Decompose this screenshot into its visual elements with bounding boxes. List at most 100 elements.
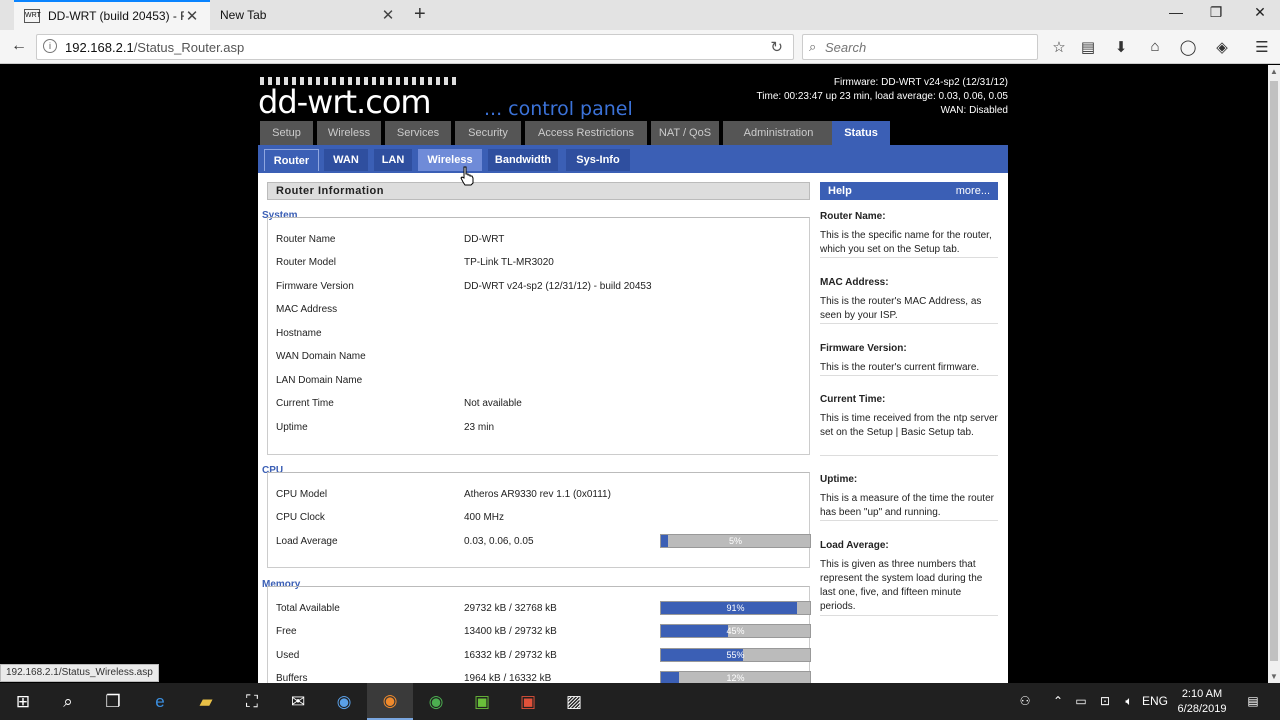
reload-icon[interactable]: ↻ bbox=[770, 38, 783, 56]
windows-start-icon[interactable]: ⊞ bbox=[0, 683, 46, 720]
library-icon[interactable]: ▤ bbox=[1077, 38, 1099, 56]
tab-setup[interactable]: Setup bbox=[260, 121, 313, 145]
subtab-router[interactable]: Router bbox=[264, 149, 319, 171]
search-icon[interactable]: ⌕ bbox=[45, 683, 91, 720]
row-label: Uptime bbox=[276, 422, 308, 433]
new-tab-icon[interactable]: + bbox=[414, 3, 426, 26]
info-icon[interactable]: i bbox=[43, 39, 57, 53]
ddwrt-favicon-icon: WRT bbox=[24, 9, 41, 23]
row-label: CPU Clock bbox=[276, 512, 325, 523]
row-value: 13400 kB / 29732 kB bbox=[464, 626, 557, 637]
help-more-link[interactable]: more... bbox=[956, 182, 990, 200]
bookmark-star-icon[interactable]: ☆ bbox=[1048, 38, 1070, 56]
tab-ddwrt[interactable]: WRT DD-WRT (build 20453) - R... ✕ bbox=[14, 0, 210, 30]
wan-line: WAN: Disabled bbox=[940, 105, 1008, 116]
task-view-icon[interactable]: ❐ bbox=[90, 683, 136, 720]
vertical-scrollbar[interactable]: ▲ ▼ bbox=[1268, 65, 1280, 683]
pocket-icon[interactable]: ◈ bbox=[1211, 38, 1233, 56]
help-item-text: This is the router's MAC Address, as see… bbox=[820, 296, 982, 321]
scroll-down-icon[interactable]: ▼ bbox=[1270, 672, 1278, 681]
row-label: Free bbox=[276, 626, 297, 637]
table-row: Uptime 23 min bbox=[276, 422, 796, 438]
red-app-icon[interactable]: ▣ bbox=[505, 683, 551, 720]
row-label: Hostname bbox=[276, 328, 322, 339]
memory-fieldset: Total Available 29732 kB / 32768 kB 91% F… bbox=[267, 586, 811, 683]
subtab-wan[interactable]: WAN bbox=[324, 149, 368, 171]
maximize-icon[interactable]: ❐ bbox=[1206, 4, 1226, 21]
menu-icon[interactable]: ☰ bbox=[1251, 38, 1273, 56]
mail-icon[interactable]: ✉ bbox=[275, 683, 321, 720]
volume-icon[interactable]: 🔈︎ bbox=[1118, 683, 1140, 720]
subtab-bandwidth[interactable]: Bandwidth bbox=[488, 149, 558, 171]
scrollbar-thumb[interactable] bbox=[1270, 81, 1278, 661]
bar-percent: 12% bbox=[726, 673, 745, 683]
tab-new[interactable]: New Tab ✕ bbox=[210, 0, 406, 30]
row-value: 1964 kB / 16332 kB bbox=[464, 673, 552, 683]
subtab-sys-info[interactable]: Sys-Info bbox=[566, 149, 630, 171]
notifications-icon[interactable]: ▤ bbox=[1240, 683, 1266, 720]
tab-wireless[interactable]: Wireless bbox=[317, 121, 381, 145]
row-label: Router Model bbox=[276, 257, 337, 268]
battery-icon[interactable]: ▭ bbox=[1070, 683, 1092, 720]
help-item: Firmware Version: This is the router's cu… bbox=[820, 342, 998, 376]
network-icon[interactable]: ⊡ bbox=[1094, 683, 1116, 720]
chat-icon[interactable]: ◯ bbox=[1177, 38, 1199, 56]
status-page: Router WAN LAN Wireless Bandwidth Sys-In… bbox=[258, 145, 1008, 683]
browser-app-icon[interactable]: ◉ bbox=[321, 683, 367, 720]
bar-percent: 55% bbox=[726, 650, 745, 660]
table-row: WAN Domain Name bbox=[276, 351, 796, 367]
help-item-text: This is time received from the ntp serve… bbox=[820, 413, 998, 438]
link-status-bar: 192.168.2.1/Status_Wireless.asp bbox=[0, 664, 159, 682]
close-tab-icon[interactable]: ✕ bbox=[380, 6, 396, 24]
firmware-info: Firmware: DD-WRT v24-sp2 (12/31/12) Time… bbox=[757, 76, 1008, 118]
system-clock[interactable]: 2:10 AM 6/28/2019 bbox=[1170, 687, 1234, 717]
tray-chevron-icon[interactable]: ⌃ bbox=[1048, 683, 1068, 720]
row-label: Used bbox=[276, 650, 300, 661]
address-bar[interactable]: i 192.168.2.1/Status_Router.asp ↻ bbox=[36, 34, 794, 60]
download-icon[interactable]: ⬇ bbox=[1110, 38, 1132, 56]
store-icon[interactable]: ⛶ bbox=[229, 683, 275, 720]
search-box[interactable]: ⌕ bbox=[802, 34, 1038, 60]
chrome-icon[interactable]: ◉ bbox=[413, 683, 459, 720]
help-item-text: This is the specific name for the router… bbox=[820, 230, 992, 255]
tab-nat-qos[interactable]: NAT / QoS bbox=[651, 121, 719, 145]
row-label: CPU Model bbox=[276, 489, 328, 500]
firmware-line: Firmware: DD-WRT v24-sp2 (12/31/12) bbox=[833, 77, 1008, 88]
people-icon[interactable]: ⚇ bbox=[1014, 683, 1036, 720]
page-viewport: dd-wrt.com ... control panel Firmware: D… bbox=[0, 65, 1268, 683]
file-explorer-icon[interactable]: ▰ bbox=[183, 683, 229, 720]
table-row: Total Available 29732 kB / 32768 kB 91% bbox=[276, 601, 811, 619]
free-bar: 45% bbox=[660, 624, 811, 638]
row-label: Total Available bbox=[276, 603, 340, 614]
help-item-text: This is given as three numbers that repr… bbox=[820, 559, 983, 612]
home-icon[interactable]: ⌂ bbox=[1144, 38, 1166, 55]
tab-status[interactable]: Status bbox=[832, 121, 890, 145]
row-value: 0.03, 0.06, 0.05 bbox=[464, 536, 534, 547]
row-label: Router Name bbox=[276, 234, 336, 245]
windows-taskbar: ⊞ ⌕ ❐ e ▰ ⛶ ✉ ◉ ◉ ◉ ▣ ▣ ▨ ⚇ ⌃ ▭ ⊡ 🔈︎ ENG… bbox=[0, 683, 1280, 720]
tab-security[interactable]: Security bbox=[455, 121, 521, 145]
row-value: 16332 kB / 29732 kB bbox=[464, 650, 557, 661]
back-arrow-icon[interactable]: ← bbox=[8, 37, 30, 55]
edge-icon[interactable]: e bbox=[137, 683, 183, 720]
tab-access-restrictions[interactable]: Access Restrictions bbox=[525, 121, 647, 145]
address-url[interactable]: 192.168.2.1/Status_Router.asp bbox=[65, 40, 244, 55]
table-row: Free 13400 kB / 29732 kB 45% bbox=[276, 624, 811, 642]
search-input[interactable] bbox=[825, 38, 1025, 56]
search-icon: ⌕ bbox=[809, 39, 817, 54]
language-indicator[interactable]: ENG bbox=[1140, 683, 1170, 720]
minimize-icon[interactable]: — bbox=[1166, 4, 1186, 20]
tab-administration[interactable]: Administration bbox=[723, 121, 834, 145]
close-window-icon[interactable]: ✕ bbox=[1250, 4, 1270, 21]
bar-percent: 45% bbox=[726, 626, 745, 636]
tab-services[interactable]: Services bbox=[385, 121, 451, 145]
firefox-icon[interactable]: ◉ bbox=[367, 683, 413, 720]
row-label: Load Average bbox=[276, 536, 338, 547]
help-item-title: Load Average: bbox=[820, 540, 889, 551]
close-tab-icon[interactable]: ✕ bbox=[184, 7, 200, 25]
green-app-icon[interactable]: ▣ bbox=[459, 683, 505, 720]
clock-time: 2:10 AM bbox=[1181, 688, 1223, 700]
subtab-lan[interactable]: LAN bbox=[374, 149, 412, 171]
photos-icon[interactable]: ▨ bbox=[551, 683, 597, 720]
scroll-up-icon[interactable]: ▲ bbox=[1270, 67, 1278, 76]
